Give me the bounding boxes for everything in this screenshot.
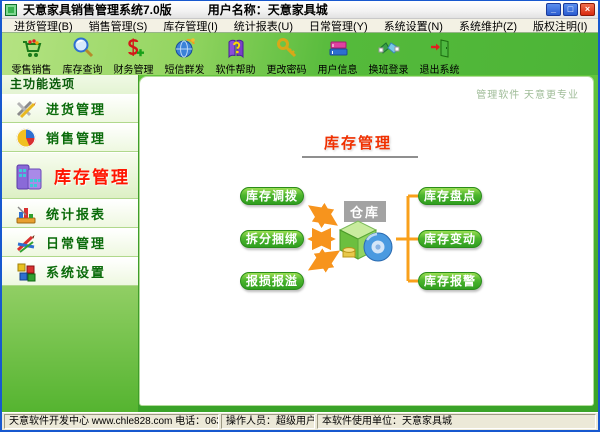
slogan-text: 管理软件 天意更专业	[476, 90, 579, 101]
daily-pencil-icon	[14, 231, 38, 255]
key-icon	[275, 36, 299, 60]
menu-item-daily[interactable]: 日常管理(Y)	[301, 18, 376, 34]
sales-pie-icon	[14, 126, 38, 150]
sidebar-item-daily[interactable]: 日常管理	[2, 228, 138, 257]
sidebar-item-sales[interactable]: 销售管理	[2, 123, 138, 152]
sidebar-item-reports[interactable]: 统计报表	[2, 199, 138, 228]
toolbar-item-label: 换班登录	[368, 65, 409, 76]
settings-blocks-icon	[14, 260, 38, 284]
inventory-transfer-button[interactable]: 库存调拨	[240, 187, 304, 205]
title-bar: 天意家具销售管理系统7.0版 用户名称：天意家具城 _ □ ×	[2, 1, 598, 19]
sidebar-item-label: 库存管理	[54, 168, 130, 187]
exit-door-icon	[428, 36, 452, 60]
toolbar-inventory-query[interactable]: 库存查询	[57, 34, 108, 76]
sidebar-item-purchase[interactable]: 进货管理	[2, 94, 138, 123]
app-icon	[5, 3, 17, 16]
toolbar-item-label: 更改密码	[266, 65, 307, 76]
status-developer: 天意软件开发中心 www.chle828.com 电话：0635-7987905…	[4, 414, 219, 429]
menu-item-ime[interactable]: 设置输入法(Z)	[595, 18, 598, 34]
menu-item-maintenance[interactable]: 系统维护(Z)	[451, 18, 525, 34]
toolbar-sms[interactable]: 短信群发	[159, 34, 210, 76]
toolbar-finance[interactable]: 财务管理	[108, 34, 159, 76]
stock-change-button[interactable]: 库存变动	[418, 230, 482, 248]
sidebar: 主功能选项 进货管理 销售管理 库存管理 统计报表 日常管理 系统设置	[2, 75, 139, 412]
report-chart-icon	[14, 202, 38, 226]
finance-icon	[122, 36, 146, 60]
menu-item-sales[interactable]: 销售管理(S)	[81, 18, 156, 34]
toolbar-item-label: 用户信息	[317, 65, 358, 76]
purchase-tools-icon	[14, 97, 38, 121]
sidebar-header: 主功能选项	[10, 77, 76, 91]
minimize-button[interactable]: _	[546, 3, 561, 16]
inventory-cabinet-icon	[14, 160, 46, 192]
stock-alert-button[interactable]: 库存报警	[418, 272, 482, 290]
sidebar-item-label: 系统设置	[46, 265, 107, 280]
toolbar-item-label: 退出系统	[419, 65, 460, 76]
toolbar-item-label: 软件帮助	[215, 65, 256, 76]
toolbar-item-label: 短信群发	[164, 65, 205, 76]
toolbar-item-label: 库存查询	[62, 65, 103, 76]
main-area: 主功能选项 进货管理 销售管理 库存管理 统计报表 日常管理 系统设置 管理软件…	[2, 75, 598, 412]
sidebar-item-inventory[interactable]: 库存管理	[2, 152, 138, 199]
toolbar-item-label: 财务管理	[113, 65, 154, 76]
menu-item-inventory[interactable]: 库存管理(I)	[155, 18, 225, 34]
window-controls: _ □ ×	[546, 3, 595, 16]
content-panel: 管理软件 天意更专业 库存管理 库存调拨 拆分捆绑 报损报溢 库存盘点 库存变动…	[139, 76, 594, 406]
sidebar-item-label: 统计报表	[46, 207, 107, 222]
toolbar-item-label: 零售销售	[11, 65, 52, 76]
search-icon	[71, 36, 95, 60]
sidebar-item-label: 日常管理	[46, 236, 107, 251]
toolbar-retail-sales[interactable]: 零售销售	[6, 34, 57, 76]
menu-bar: 进货管理(B) 销售管理(S) 库存管理(I) 统计报表(U) 日常管理(Y) …	[2, 19, 598, 33]
sidebar-item-label: 进货管理	[46, 102, 107, 117]
close-button[interactable]: ×	[580, 3, 595, 16]
title-underline	[302, 156, 418, 158]
cart-icon	[20, 36, 44, 60]
app-window: 天意家具销售管理系统7.0版 用户名称：天意家具城 _ □ × 进货管理(B) …	[0, 0, 600, 432]
toolbar-change-password[interactable]: 更改密码	[261, 34, 312, 76]
toolbar-exit[interactable]: 退出系统	[414, 34, 465, 76]
stocktake-button[interactable]: 库存盘点	[418, 187, 482, 205]
menu-item-settings[interactable]: 系统设置(N)	[376, 18, 451, 34]
warehouse-icon	[336, 217, 396, 263]
menu-item-reports[interactable]: 统计报表(U)	[226, 18, 301, 34]
toolbar-help[interactable]: 软件帮助	[210, 34, 261, 76]
loss-overflow-button[interactable]: 报损报溢	[240, 272, 304, 290]
help-book-icon	[224, 36, 248, 60]
page-title: 库存管理	[323, 135, 392, 152]
status-unit: 本软件使用单位：天意家具城	[317, 414, 596, 429]
status-operator: 操作人员：超级用户	[221, 414, 315, 429]
sms-globe-icon	[173, 36, 197, 60]
status-bar: 天意软件开发中心 www.chle828.com 电话：0635-7987905…	[2, 412, 598, 430]
toolbar-user-info[interactable]: 用户信息	[312, 34, 363, 76]
sidebar-item-label: 销售管理	[46, 131, 107, 146]
toolbar-shift-login[interactable]: 换班登录	[363, 34, 414, 76]
titlebar-user-label: 用户名称：天意家具城	[207, 3, 328, 17]
restore-button[interactable]: □	[563, 3, 578, 16]
sidebar-item-settings[interactable]: 系统设置	[2, 257, 138, 286]
user-books-icon	[326, 36, 350, 60]
split-bundle-button[interactable]: 拆分捆绑	[240, 230, 304, 248]
handshake-icon	[377, 36, 401, 60]
menu-item-copyright[interactable]: 版权注明(I)	[525, 18, 595, 34]
window-title: 天意家具销售管理系统7.0版	[23, 3, 172, 17]
toolbar: 零售销售 库存查询 财务管理 短信群发 软件帮助 更改密码 用户信息 换班登录 …	[2, 33, 598, 76]
menu-item-purchase[interactable]: 进货管理(B)	[6, 18, 81, 34]
